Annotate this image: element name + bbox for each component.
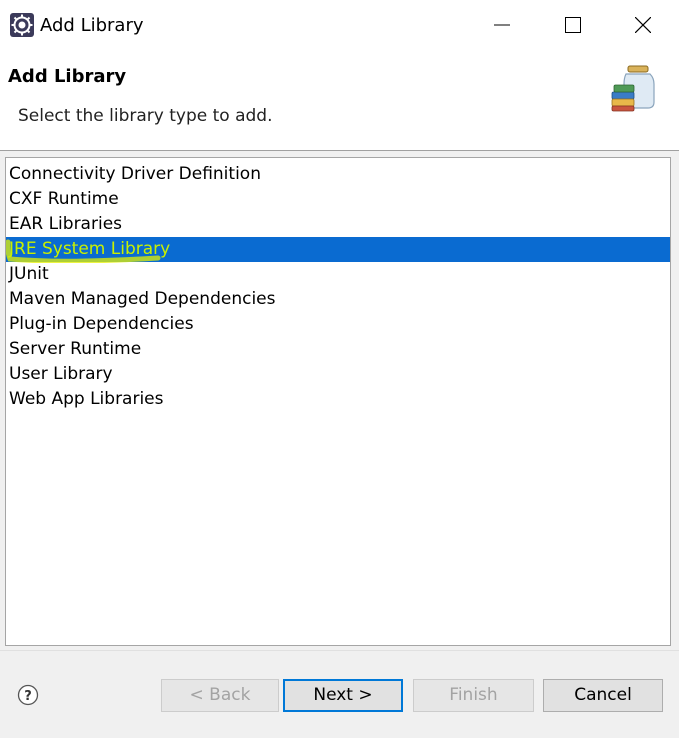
list-item-maven-managed-dependencies[interactable]: Maven Managed Dependencies xyxy=(6,287,670,312)
close-icon xyxy=(635,17,651,33)
library-type-list[interactable]: Connectivity Driver Definition CXF Runti… xyxy=(5,157,671,646)
minimize-icon xyxy=(494,24,510,26)
maximize-icon xyxy=(565,17,581,33)
finish-button[interactable]: Finish xyxy=(413,679,534,712)
cancel-button[interactable]: Cancel xyxy=(543,679,663,712)
list-item-connectivity-driver-definition[interactable]: Connectivity Driver Definition xyxy=(6,162,670,187)
list-item-user-library[interactable]: User Library xyxy=(6,362,670,387)
maximize-button[interactable] xyxy=(543,0,603,50)
list-item-ear-libraries[interactable]: EAR Libraries xyxy=(6,212,670,237)
page-description: Select the library type to add. xyxy=(18,106,273,126)
list-item-jre-system-library[interactable]: JRE System Library xyxy=(6,237,670,263)
minimize-button[interactable] xyxy=(472,0,532,50)
wizard-header: Add Library Select the library type to a… xyxy=(0,52,679,150)
library-jar-icon xyxy=(611,65,655,112)
page-title: Add Library xyxy=(8,66,127,87)
eclipse-icon xyxy=(10,13,34,37)
title-bar: Add Library xyxy=(0,0,679,52)
list-item-label: JRE System Library xyxy=(9,239,171,259)
list-item-server-runtime[interactable]: Server Runtime xyxy=(6,337,670,362)
back-button[interactable]: < Back xyxy=(161,679,279,712)
svg-text:?: ? xyxy=(24,689,32,704)
button-bar: ? < Back Next > Finish Cancel xyxy=(0,650,679,738)
list-item-plug-in-dependencies[interactable]: Plug-in Dependencies xyxy=(6,312,670,337)
help-icon[interactable]: ? xyxy=(17,684,39,706)
list-item-web-app-libraries[interactable]: Web App Libraries xyxy=(6,387,670,412)
list-item-junit[interactable]: JUnit xyxy=(6,262,670,287)
list-item-cxf-runtime[interactable]: CXF Runtime xyxy=(6,187,670,212)
next-button[interactable]: Next > xyxy=(283,679,403,712)
window-title: Add Library xyxy=(40,15,144,36)
close-button[interactable] xyxy=(613,0,673,50)
